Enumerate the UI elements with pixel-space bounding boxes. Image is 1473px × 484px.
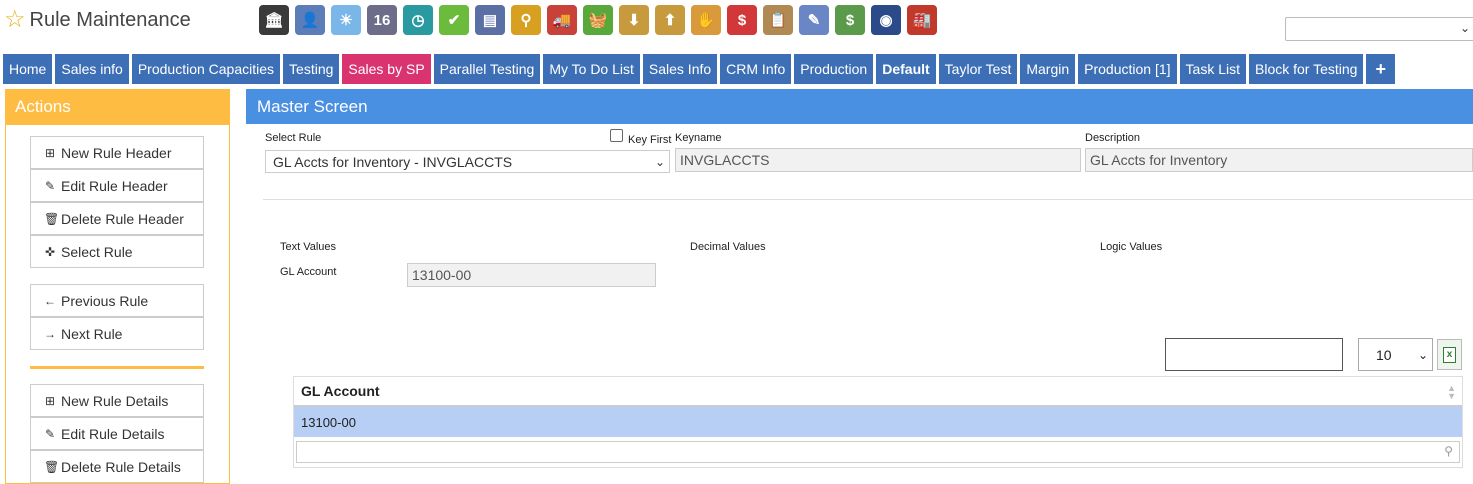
chevron-down-icon: ⌄ [654, 155, 665, 169]
download-box-icon[interactable]: ⬇ [619, 5, 649, 35]
previous-rule-button[interactable]: ← Previous Rule [30, 284, 204, 317]
text-values-label: Text Values [280, 241, 337, 253]
tab-default[interactable]: Default [876, 54, 936, 84]
edit-rule-header-button[interactable]: ✎ Edit Rule Header [30, 169, 204, 202]
tab-production-1[interactable]: Production [1] [1078, 54, 1177, 84]
tab-block-for-testing[interactable]: Block for Testing [1249, 54, 1364, 84]
plus-square-icon: ⊞ [44, 393, 56, 408]
keyname-field[interactable]: INVGLACCTS [675, 148, 1081, 172]
chevron-down-icon: ⌄ [1459, 21, 1470, 35]
plus-square-icon: ⊞ [44, 145, 56, 160]
new-rule-header-button[interactable]: ⊞ New Rule Header [30, 136, 204, 169]
hand-coins-icon[interactable]: ✋ [691, 5, 721, 35]
arrow-left-icon: ← [44, 293, 56, 308]
user-icon[interactable]: 👤 [295, 5, 325, 35]
tab-crm-info[interactable]: CRM Info [720, 54, 792, 84]
select-rule-dropdown[interactable]: GL Accts for Inventory - INVGLACCTS ⌄ [265, 150, 670, 173]
factory-icon[interactable]: 🏭 [907, 5, 937, 35]
app-header: ☆ Rule Maintenance [4, 6, 191, 34]
pencil-icon: ✎ [44, 426, 56, 441]
pencil-icon: ✎ [44, 178, 56, 193]
tab-bar: Home Sales info Production Capacities Testi… [3, 54, 1395, 84]
money-icon[interactable]: $ [835, 5, 865, 35]
bank-icon[interactable]: 🏛 [259, 5, 289, 35]
favorite-star-icon[interactable]: ☆ [4, 8, 26, 32]
tab-margin[interactable]: Margin [1020, 54, 1076, 84]
pencil-icon[interactable]: ✎ [799, 5, 829, 35]
gl-account-grid: GL Account ▲ ▼ 13100-00 ⚲ [293, 376, 1463, 468]
grid-search-input[interactable] [1165, 338, 1343, 371]
trash-icon: 🗑 [44, 459, 60, 474]
calendar-icon[interactable]: 16 [367, 5, 397, 35]
edit-rule-details-button[interactable]: ✎ Edit Rule Details [30, 417, 204, 450]
delete-rule-header-button[interactable]: 🗑 Delete Rule Header [30, 202, 204, 235]
keyname-label: Keyname [675, 132, 722, 144]
tab-production[interactable]: Production [794, 54, 874, 84]
clock-icon[interactable]: ◷ [403, 5, 433, 35]
new-rule-details-button[interactable]: ⊞ New Rule Details [30, 384, 204, 417]
trash-icon: 🗑 [44, 211, 60, 226]
grid-filter-input[interactable]: ⚲ [296, 441, 1460, 463]
key-first-checkbox[interactable] [610, 129, 623, 142]
truck-icon[interactable]: 🚚 [547, 5, 577, 35]
tab-home[interactable]: Home [3, 54, 53, 84]
chevron-down-icon: ⌄ [1417, 348, 1428, 362]
tab-add[interactable]: + [1366, 54, 1395, 84]
pin-icon: ✜ [44, 244, 56, 259]
gl-account-label: GL Account [280, 266, 337, 278]
select-rule-button[interactable]: ✜ Select Rule [30, 235, 204, 268]
key-first-label: Key First [628, 134, 672, 146]
screen-icon[interactable]: ▤ [475, 5, 505, 35]
tab-my-to-do-list[interactable]: My To Do List [543, 54, 640, 84]
delete-rule-details-button[interactable]: 🗑 Delete Rule Details [30, 450, 204, 483]
globe-book-icon[interactable]: ◉ [871, 5, 901, 35]
tab-task-list[interactable]: Task List [1179, 54, 1246, 84]
table-row[interactable]: 13100-00 [294, 407, 1462, 437]
weather-icon[interactable]: ☀ [331, 5, 361, 35]
select-rule-label: Select Rule [265, 132, 322, 144]
page-title: Rule Maintenance [29, 8, 191, 31]
description-field[interactable]: GL Accts for Inventory [1085, 148, 1473, 172]
tab-sales-info[interactable]: Sales info [55, 54, 129, 84]
clipboard-icon[interactable]: 📋 [763, 5, 793, 35]
toolbar: 🏛 👤 ☀ 16 ◷ ✔ ▤ ⚲ 🚚 🧺 ⬇ ⬆ ✋ $ 📋 ✎ $ ◉ 🏭 [259, 5, 937, 35]
top-right-select[interactable]: ⌄ [1285, 17, 1473, 41]
tab-taylor-test[interactable]: Taylor Test [938, 54, 1018, 84]
page-size-select[interactable]: 10 ⌄ [1358, 338, 1433, 371]
upload-box-icon[interactable]: ⬆ [655, 5, 685, 35]
description-label: Description [1085, 132, 1141, 144]
export-excel-button[interactable]: x [1437, 339, 1462, 370]
sort-icon: ▲ ▼ [1447, 383, 1456, 401]
column-header-gl-account[interactable]: GL Account ▲ ▼ [294, 377, 1462, 407]
magnifier-icon[interactable]: ⚲ [511, 5, 541, 35]
dollar-bubble-icon[interactable]: $ [727, 5, 757, 35]
tab-testing[interactable]: Testing [283, 54, 340, 84]
tab-production-capacities[interactable]: Production Capacities [131, 54, 281, 84]
checkmark-icon[interactable]: ✔ [439, 5, 469, 35]
decimal-values-label: Decimal Values [690, 241, 766, 253]
actions-panel-header: Actions [5, 89, 230, 125]
tab-sales-by-sp[interactable]: Sales by SP [342, 54, 431, 84]
logic-values-label: Logic Values [1100, 241, 1163, 253]
tab-parallel-testing[interactable]: Parallel Testing [433, 54, 541, 84]
arrow-right-icon: → [44, 326, 56, 341]
basket-icon[interactable]: 🧺 [583, 5, 613, 35]
master-screen-header: Master Screen [246, 89, 1473, 124]
excel-icon: x [1443, 346, 1456, 363]
actions-divider [30, 366, 204, 369]
divider [263, 199, 1473, 200]
tab-sales-info[interactable]: Sales Info [642, 54, 718, 84]
gl-account-field[interactable]: 13100-00 [407, 263, 656, 287]
next-rule-button[interactable]: → Next Rule [30, 317, 204, 350]
search-icon: ⚲ [1444, 444, 1453, 458]
